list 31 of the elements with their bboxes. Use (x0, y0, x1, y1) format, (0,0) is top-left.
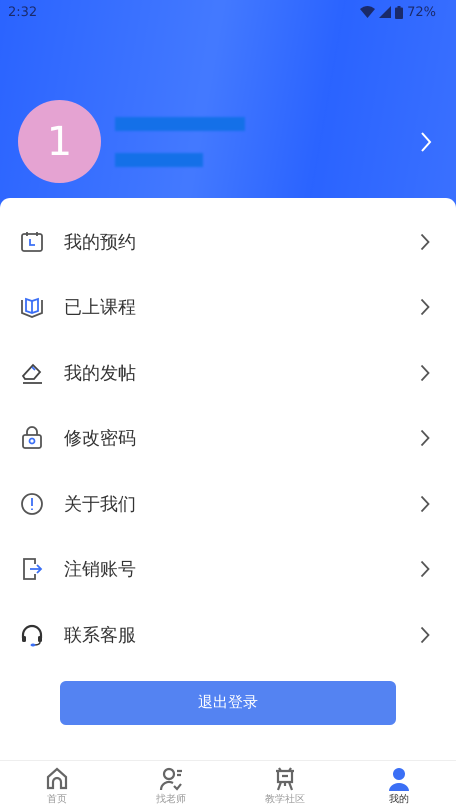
menu-item[interactable]: 注销账号 (0, 536, 456, 602)
menu-item[interactable]: 修改密码 (0, 406, 456, 471)
chevron-icon (420, 232, 430, 251)
menu-icon (20, 426, 44, 450)
wifi-icon (360, 6, 376, 18)
menu-item[interactable]: 我的发帖 (0, 340, 456, 406)
signal-icon (379, 6, 392, 18)
chevron-icon (420, 560, 430, 578)
tab-icon (386, 766, 412, 792)
logout-button[interactable]: 退出登录 (60, 680, 396, 724)
chevron-icon (420, 494, 430, 513)
menu-icon (20, 557, 44, 582)
menu-icon (20, 622, 44, 647)
tab-icon (44, 766, 70, 792)
menu-icon (20, 492, 44, 516)
menu-icon (20, 230, 44, 254)
chevron-icon (420, 626, 430, 644)
menu-item[interactable]: 关于我们 (0, 471, 456, 536)
tab-icon (158, 766, 184, 792)
menu-icon (20, 295, 44, 320)
chevron-icon[interactable] (420, 130, 432, 152)
status-time: 2:32 (8, 4, 38, 20)
menu-item[interactable]: 联系客服 (0, 602, 456, 668)
battery-icon (395, 6, 404, 18)
nav-tab[interactable]: 我的 (342, 761, 456, 811)
chevron-icon (420, 364, 430, 382)
menu-item[interactable]: 我的预约 (0, 209, 456, 274)
menu-item[interactable]: 已上课程 (0, 274, 456, 340)
chevron-icon (420, 429, 430, 448)
battery-percent: 72% (407, 4, 436, 20)
chevron-icon (420, 298, 430, 316)
